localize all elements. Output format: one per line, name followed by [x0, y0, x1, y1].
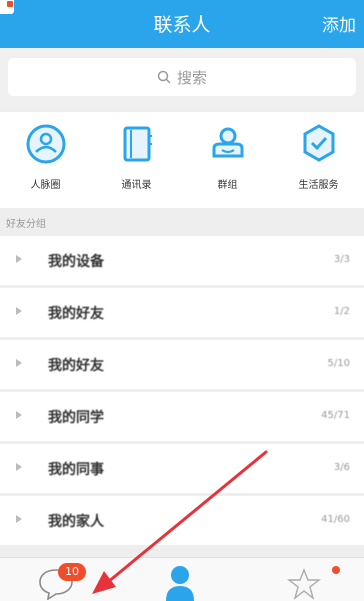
group-count: 1/2: [333, 306, 350, 317]
expand-arrow-icon: [16, 411, 22, 419]
add-button[interactable]: 添加: [322, 11, 356, 36]
quick-item-address-book[interactable]: 通讯录: [91, 122, 182, 191]
quick-item-life-service[interactable]: 生活服务: [273, 122, 364, 191]
quick-label: 人脉圈: [30, 180, 61, 191]
group-name: 我的同学: [48, 410, 104, 426]
group-row[interactable]: 我的好友 5/10: [0, 340, 364, 389]
group-icon: [212, 127, 243, 158]
bottom-tab-bar: [0, 557, 364, 601]
group-count: 45/71: [321, 410, 350, 421]
address-book-icon: [123, 126, 152, 162]
search-icon: [157, 70, 171, 84]
group-row[interactable]: 我的设备 3/3: [0, 236, 364, 285]
tab-contacts-person-icon[interactable]: [164, 563, 196, 601]
quick-actions: 人脉圈 通讯录 群组 生活服务: [0, 112, 364, 208]
group-row[interactable]: 我的同事 3/6: [0, 444, 364, 493]
expand-arrow-icon: [16, 515, 22, 523]
section-label: 好友分组: [6, 219, 46, 230]
group-name: 我的设备: [48, 254, 104, 270]
group-name: 我的好友: [48, 358, 104, 374]
group-count: 41/60: [321, 514, 350, 525]
notification-dot: [332, 566, 340, 574]
group-count: 5/10: [327, 358, 350, 369]
quick-label: 群组: [217, 180, 238, 191]
app-header: 联系人 添加: [0, 0, 364, 48]
group-name: 我的同事: [48, 462, 104, 478]
group-name: 我的家人: [48, 514, 104, 530]
search-placeholder: 搜索: [176, 68, 207, 87]
quick-item-group[interactable]: 群组: [182, 122, 273, 191]
group-row[interactable]: 我的好友 1/2: [0, 288, 364, 337]
page-title: 联系人: [153, 14, 211, 36]
group-row[interactable]: 我的家人 41/60: [0, 496, 364, 545]
group-count: 3/3: [333, 254, 350, 265]
life-service-icon: [303, 124, 334, 162]
expand-arrow-icon: [16, 359, 22, 367]
group-row[interactable]: 我的同学 45/71: [0, 392, 364, 441]
expand-arrow-icon: [16, 307, 22, 315]
tab-dynamic-star-icon[interactable]: [284, 568, 324, 600]
quick-item-people-circle[interactable]: 人脉圈: [0, 122, 91, 191]
section-header: 好友分组: [0, 208, 364, 234]
search-input[interactable]: 搜索: [8, 58, 356, 96]
quick-label: 生活服务: [298, 180, 339, 191]
expand-arrow-icon: [16, 255, 22, 263]
search-area: 搜索: [0, 48, 364, 108]
people-circle-icon: [26, 124, 65, 164]
group-count: 3/6: [333, 462, 350, 473]
expand-arrow-icon: [16, 463, 22, 471]
unread-badge: 10: [58, 563, 86, 581]
group-name: 我的好友: [48, 306, 104, 322]
quick-label: 通讯录: [121, 180, 152, 191]
